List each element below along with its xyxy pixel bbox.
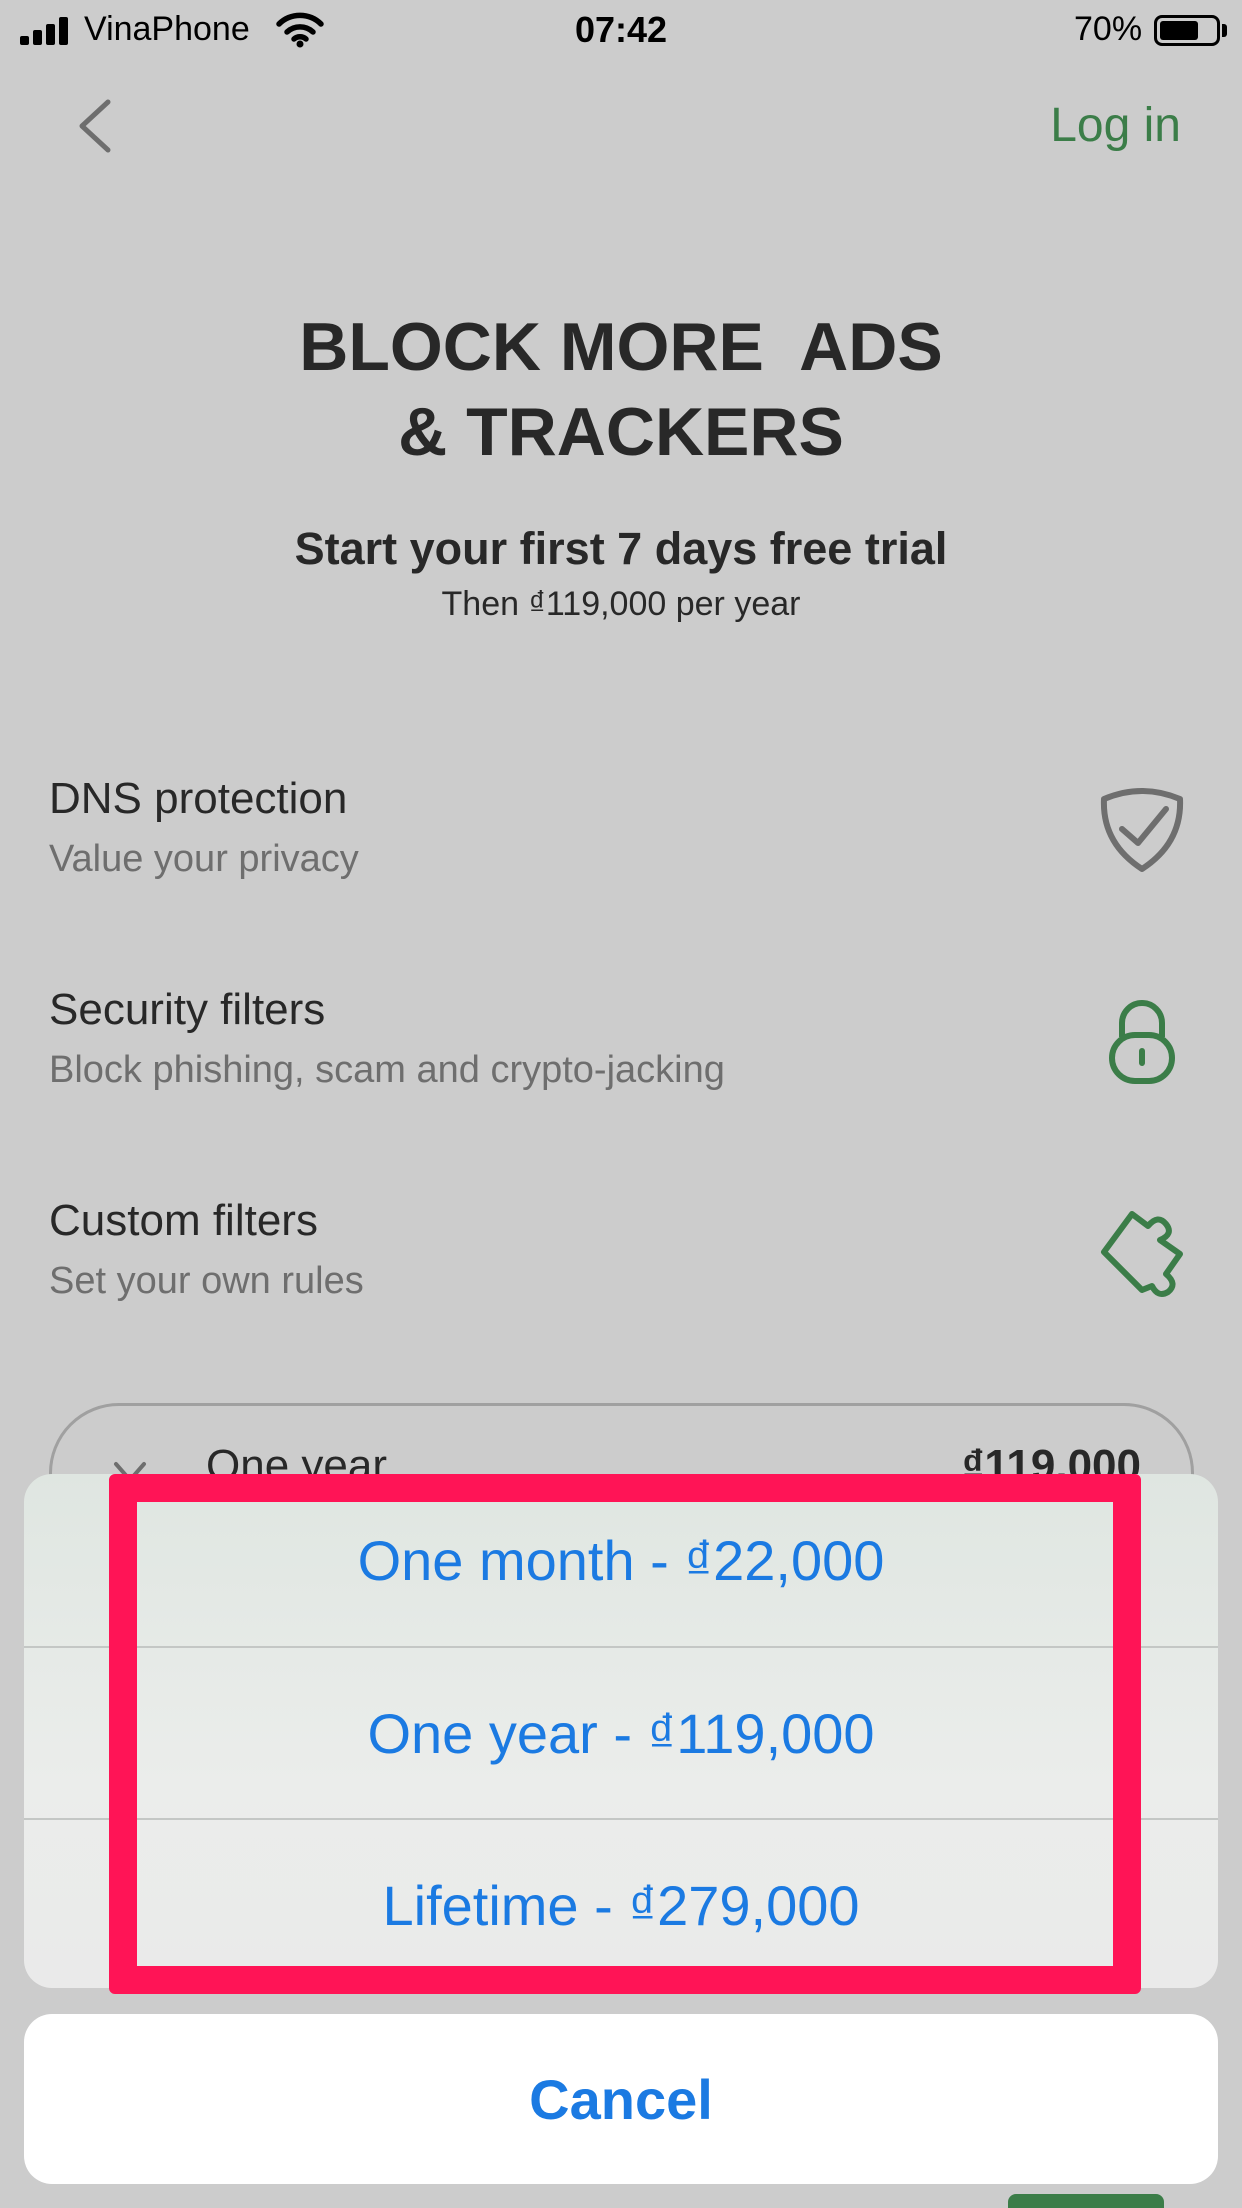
cancel-button[interactable]: Cancel bbox=[24, 2014, 1218, 2184]
highlight-box bbox=[109, 1474, 1141, 1994]
